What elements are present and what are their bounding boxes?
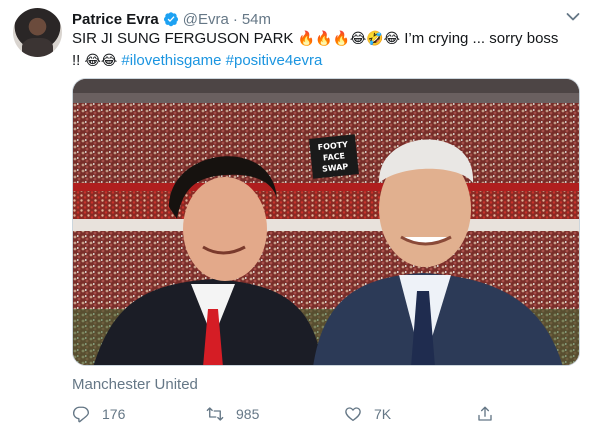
tweet-header: Patrice Evra @Evra · 54m [72,9,271,29]
tweet-actions: 176 985 7K [72,402,512,426]
like-button[interactable]: 7K [344,402,391,426]
tweet-text-line-1: SIR JI SUNG FERGUSON PARK 🔥🔥🔥😂🤣😂 I’m cry… [72,28,580,50]
chevron-down-icon[interactable] [566,12,580,22]
verified-badge-icon [163,12,178,27]
tweet-text-part: SIR JI SUNG FERGUSON PARK [72,30,298,47]
reply-count: 176 [102,406,126,422]
share-icon [478,406,492,421]
avatar-figure [22,38,53,57]
tweet-media[interactable]: FOOTY FACE SWAP [72,78,580,366]
author-name[interactable]: Patrice Evra [72,11,159,28]
emoji-group: 🔥🔥🔥😂🤣😂 [297,31,401,47]
tweet-text-part: !! [72,52,85,69]
share-button[interactable] [476,402,494,426]
header-separator: · [232,10,238,28]
emoji-group: 😂😂 [84,53,118,69]
like-count: 7K [374,406,392,422]
retweet-button[interactable]: 985 [206,402,259,426]
reply-button[interactable]: 176 [72,402,125,426]
timestamp[interactable]: 54m [242,11,271,28]
hashtag-link[interactable]: #ilovethisgame [121,52,221,69]
reply-icon [72,406,90,423]
location-link[interactable]: Manchester United [72,376,198,393]
tweet-photo: FOOTY FACE SWAP [73,79,579,365]
author-handle[interactable]: @Evra [183,11,229,28]
tweet-text-line-2: !! 😂😂 #ilovethisgame #positive4evra [72,50,580,72]
tweet-text: SIR JI SUNG FERGUSON PARK 🔥🔥🔥😂🤣😂 I’m cry… [72,28,580,72]
tweet-text-part: I’m crying ... sorry boss [400,30,559,47]
hashtag-link[interactable]: #positive4evra [226,52,323,69]
retweet-count: 985 [236,406,260,422]
avatar[interactable] [13,8,62,57]
retweet-icon [206,407,224,421]
heart-icon [345,407,361,422]
tweet-card[interactable]: Patrice Evra @Evra · 54m SIR JI SUNG FER… [0,0,592,440]
